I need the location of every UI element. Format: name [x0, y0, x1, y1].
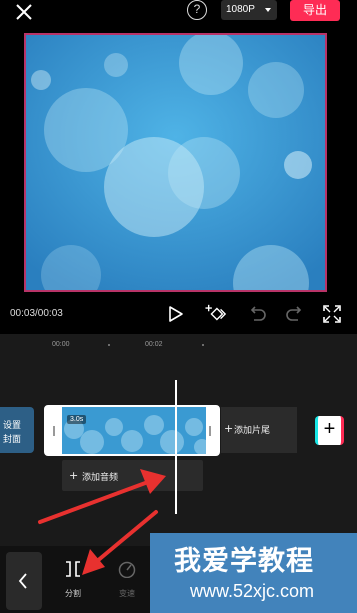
help-icon[interactable]: ?	[187, 0, 207, 20]
add-audio-button[interactable]: + 添加音频	[62, 460, 203, 491]
tool-split[interactable]: 分割	[53, 560, 93, 599]
split-icon	[66, 561, 80, 577]
ruler-tick-label: 00:02	[145, 341, 163, 348]
cover-label-line2: 封面	[3, 435, 22, 445]
speed-icon	[118, 561, 136, 579]
add-ending-label: 添加片尾	[234, 426, 271, 436]
set-cover-button[interactable]: 设置 封面	[0, 407, 34, 453]
timeline[interactable]: 00:00 00:02 设置 封面 3.0s + 添加片尾 + + 添加音频	[0, 334, 357, 546]
tool-label: 变速	[119, 589, 135, 598]
add-ending-button[interactable]: + 添加片尾	[221, 407, 297, 453]
close-icon[interactable]	[14, 2, 34, 22]
bokeh-blue-image	[26, 35, 325, 290]
ruler-dot	[202, 344, 204, 346]
plus-icon: +	[224, 422, 234, 435]
keyframe-add-icon[interactable]	[205, 303, 227, 325]
clip-trim-handle-right[interactable]	[209, 426, 211, 436]
watermark-url: www.52xjc.com	[190, 581, 315, 601]
play-icon[interactable]	[164, 303, 186, 325]
time-readout: 00:03/00:03	[10, 308, 63, 319]
chevron-left-icon	[18, 573, 27, 589]
tool-speed[interactable]: 变速	[107, 560, 147, 599]
chevron-down-icon	[265, 8, 271, 12]
clip-trim-handle-left[interactable]	[53, 426, 55, 436]
add-audio-label: 添加音频	[82, 473, 119, 483]
resolution-select[interactable]: 1080P	[221, 0, 277, 20]
cover-label-line1: 设置	[3, 421, 22, 431]
tool-label: 分割	[65, 589, 81, 598]
back-button[interactable]	[6, 552, 42, 610]
video-clip[interactable]: 3.0s	[44, 405, 220, 456]
video-preview[interactable]	[24, 33, 327, 292]
plus-icon: +	[69, 469, 79, 482]
plus-icon: +	[323, 418, 336, 440]
clip-duration-badge: 3.0s	[67, 415, 87, 424]
playback-controls: 00:03/00:03	[0, 296, 357, 334]
watermark-title: 我爱学教程	[174, 546, 314, 577]
watermark: 我爱学教程 www.52xjc.com	[150, 533, 357, 613]
playhead[interactable]	[175, 380, 177, 514]
export-button[interactable]: 导出	[290, 0, 340, 21]
redo-icon[interactable]	[284, 303, 306, 325]
top-bar: ? 1080P 导出	[0, 0, 357, 30]
ruler-dot	[108, 344, 110, 346]
undo-icon[interactable]	[246, 303, 268, 325]
add-clip-button[interactable]: +	[315, 416, 344, 445]
resolution-value: 1080P	[226, 4, 255, 15]
ruler-tick-label: 00:00	[52, 341, 70, 348]
fullscreen-icon[interactable]	[321, 303, 343, 325]
